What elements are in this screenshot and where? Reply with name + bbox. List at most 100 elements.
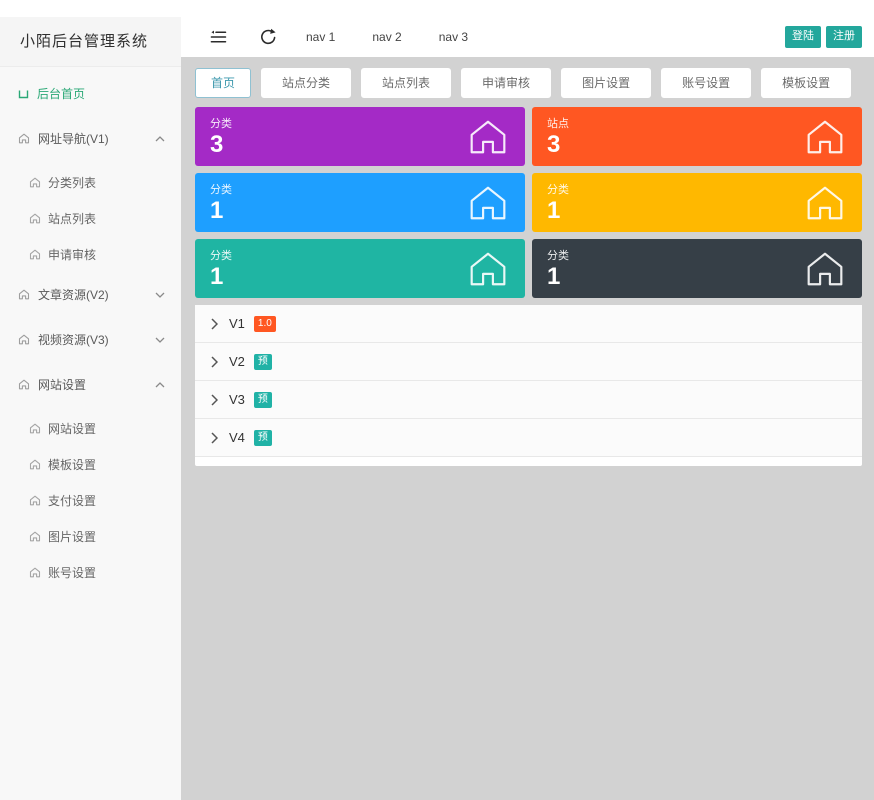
home-icon [18, 133, 30, 144]
chevron-right-icon [211, 318, 218, 330]
sidebar-item-label: 图片设置 [48, 528, 96, 545]
app-title: 小陌后台管理系统 [0, 17, 181, 67]
version-badge: 预 [254, 354, 272, 370]
card-label: 分类 [210, 181, 510, 197]
version-row-v4[interactable]: V4 预 [195, 419, 862, 457]
topbar-nav-1[interactable]: nav 1 [306, 30, 335, 44]
home-icon [804, 118, 846, 155]
home-icon [29, 531, 41, 542]
sidebar-item-label: 支付设置 [48, 492, 96, 509]
sidebar-item-label: 站点列表 [48, 210, 96, 227]
sidebar-sublist-site-nav: 分类列表 站点列表 申请审核 [0, 161, 181, 272]
sidebar-item-article-v2[interactable]: 文章资源(V2) [0, 272, 181, 317]
chevron-right-icon [211, 394, 218, 406]
tab-bar: 首页 站点分类 站点列表 申请审核 图片设置 账号设置 模板设置 [195, 68, 862, 98]
home-icon [804, 250, 846, 287]
home-icon [467, 184, 509, 221]
card-value: 1 [547, 197, 847, 225]
home-icon [29, 423, 41, 434]
chevron-right-icon [211, 356, 218, 368]
home-icon [467, 250, 509, 287]
topbar-nav-3[interactable]: nav 3 [439, 30, 468, 44]
sidebar: 小陌后台管理系统 后台首页 网址导航(V1) [0, 17, 181, 800]
version-badge: 1.0 [254, 316, 276, 332]
chevron-up-icon [155, 136, 165, 142]
chevron-right-icon [211, 432, 218, 444]
collapse-sidebar-icon[interactable] [208, 27, 228, 47]
home-icon [804, 184, 846, 221]
sidebar-item-website-settings[interactable]: 网站设置 [0, 410, 181, 446]
sidebar-item-label: 文章资源(V2) [38, 286, 109, 303]
home-icon [29, 213, 41, 224]
home-icon [467, 118, 509, 155]
sidebar-item-template-settings[interactable]: 模板设置 [0, 446, 181, 482]
card-label: 站点 [547, 115, 847, 131]
sidebar-item-site-settings[interactable]: 网站设置 [0, 362, 181, 407]
version-row-v3[interactable]: V3 预 [195, 381, 862, 419]
content: 首页 站点分类 站点列表 申请审核 图片设置 账号设置 模板设置 分类 3 站点 [181, 57, 874, 800]
chevron-down-icon [155, 292, 165, 298]
dock-icon [18, 89, 29, 99]
auth-buttons: 登陆 注册 [785, 26, 862, 47]
sidebar-item-label: 模板设置 [48, 456, 96, 473]
home-icon [29, 249, 41, 260]
card-label: 分类 [547, 247, 847, 263]
stat-card-category-dark[interactable]: 分类 1 [532, 239, 862, 298]
sidebar-item-label: 后台首页 [37, 85, 85, 102]
card-value: 1 [210, 197, 510, 225]
chevron-up-icon [155, 382, 165, 388]
sidebar-item-label: 申请审核 [48, 246, 96, 263]
card-value: 3 [547, 131, 847, 159]
top-strip [0, 0, 874, 17]
login-button[interactable]: 登陆 [785, 26, 821, 47]
sidebar-item-apply-review[interactable]: 申请审核 [0, 236, 181, 272]
sidebar-item-label: 视频资源(V3) [38, 331, 109, 348]
sidebar-item-home[interactable]: 后台首页 [0, 71, 181, 116]
sidebar-item-site-list[interactable]: 站点列表 [0, 200, 181, 236]
version-label: V3 [229, 392, 245, 407]
register-button[interactable]: 注册 [826, 26, 862, 47]
version-badge: 预 [254, 392, 272, 408]
stat-cards: 分类 3 站点 3 分类 1 [195, 107, 862, 298]
tab-account-settings[interactable]: 账号设置 [661, 68, 751, 98]
stat-card-category-yellow[interactable]: 分类 1 [532, 173, 862, 232]
version-label: V1 [229, 316, 245, 331]
version-row-v2[interactable]: V2 预 [195, 343, 862, 381]
app-window: 小陌后台管理系统 后台首页 网址导航(V1) [0, 17, 874, 800]
sidebar-item-site-nav-v1[interactable]: 网址导航(V1) [0, 116, 181, 161]
stat-card-category-purple[interactable]: 分类 3 [195, 107, 525, 166]
tab-apply-review[interactable]: 申请审核 [461, 68, 551, 98]
topbar-nav-2[interactable]: nav 2 [372, 30, 401, 44]
sidebar-nav: 后台首页 网址导航(V1) 分类列表 [0, 67, 181, 590]
stat-card-category-teal[interactable]: 分类 1 [195, 239, 525, 298]
sidebar-item-label: 账号设置 [48, 564, 96, 581]
sidebar-item-payment-settings[interactable]: 支付设置 [0, 482, 181, 518]
card-label: 分类 [210, 115, 510, 131]
stat-card-site-orange[interactable]: 站点 3 [532, 107, 862, 166]
tab-image-settings[interactable]: 图片设置 [561, 68, 651, 98]
tab-template-settings[interactable]: 模板设置 [761, 68, 851, 98]
sidebar-item-category-list[interactable]: 分类列表 [0, 164, 181, 200]
version-label: V2 [229, 354, 245, 369]
version-row-v1[interactable]: V1 1.0 [195, 305, 862, 343]
home-icon [18, 334, 30, 345]
sidebar-item-image-settings[interactable]: 图片设置 [0, 518, 181, 554]
home-icon [18, 289, 30, 300]
sidebar-item-label: 网址导航(V1) [38, 130, 109, 147]
sidebar-item-label: 网站设置 [48, 420, 96, 437]
sidebar-sublist-settings: 网站设置 模板设置 支付设置 [0, 407, 181, 590]
tab-site-list[interactable]: 站点列表 [361, 68, 451, 98]
tab-site-category[interactable]: 站点分类 [261, 68, 351, 98]
card-value: 1 [547, 263, 847, 291]
home-icon [29, 567, 41, 578]
sidebar-item-account-settings[interactable]: 账号设置 [0, 554, 181, 590]
version-panel: V1 1.0 V2 预 V3 预 [195, 305, 862, 466]
tab-home[interactable]: 首页 [195, 68, 251, 98]
topbar: nav 1 nav 2 nav 3 登陆 注册 [181, 17, 874, 57]
home-icon [18, 379, 30, 390]
card-label: 分类 [547, 181, 847, 197]
card-value: 3 [210, 131, 510, 159]
sidebar-item-video-v3[interactable]: 视频资源(V3) [0, 317, 181, 362]
refresh-icon[interactable] [257, 27, 277, 47]
stat-card-category-blue[interactable]: 分类 1 [195, 173, 525, 232]
